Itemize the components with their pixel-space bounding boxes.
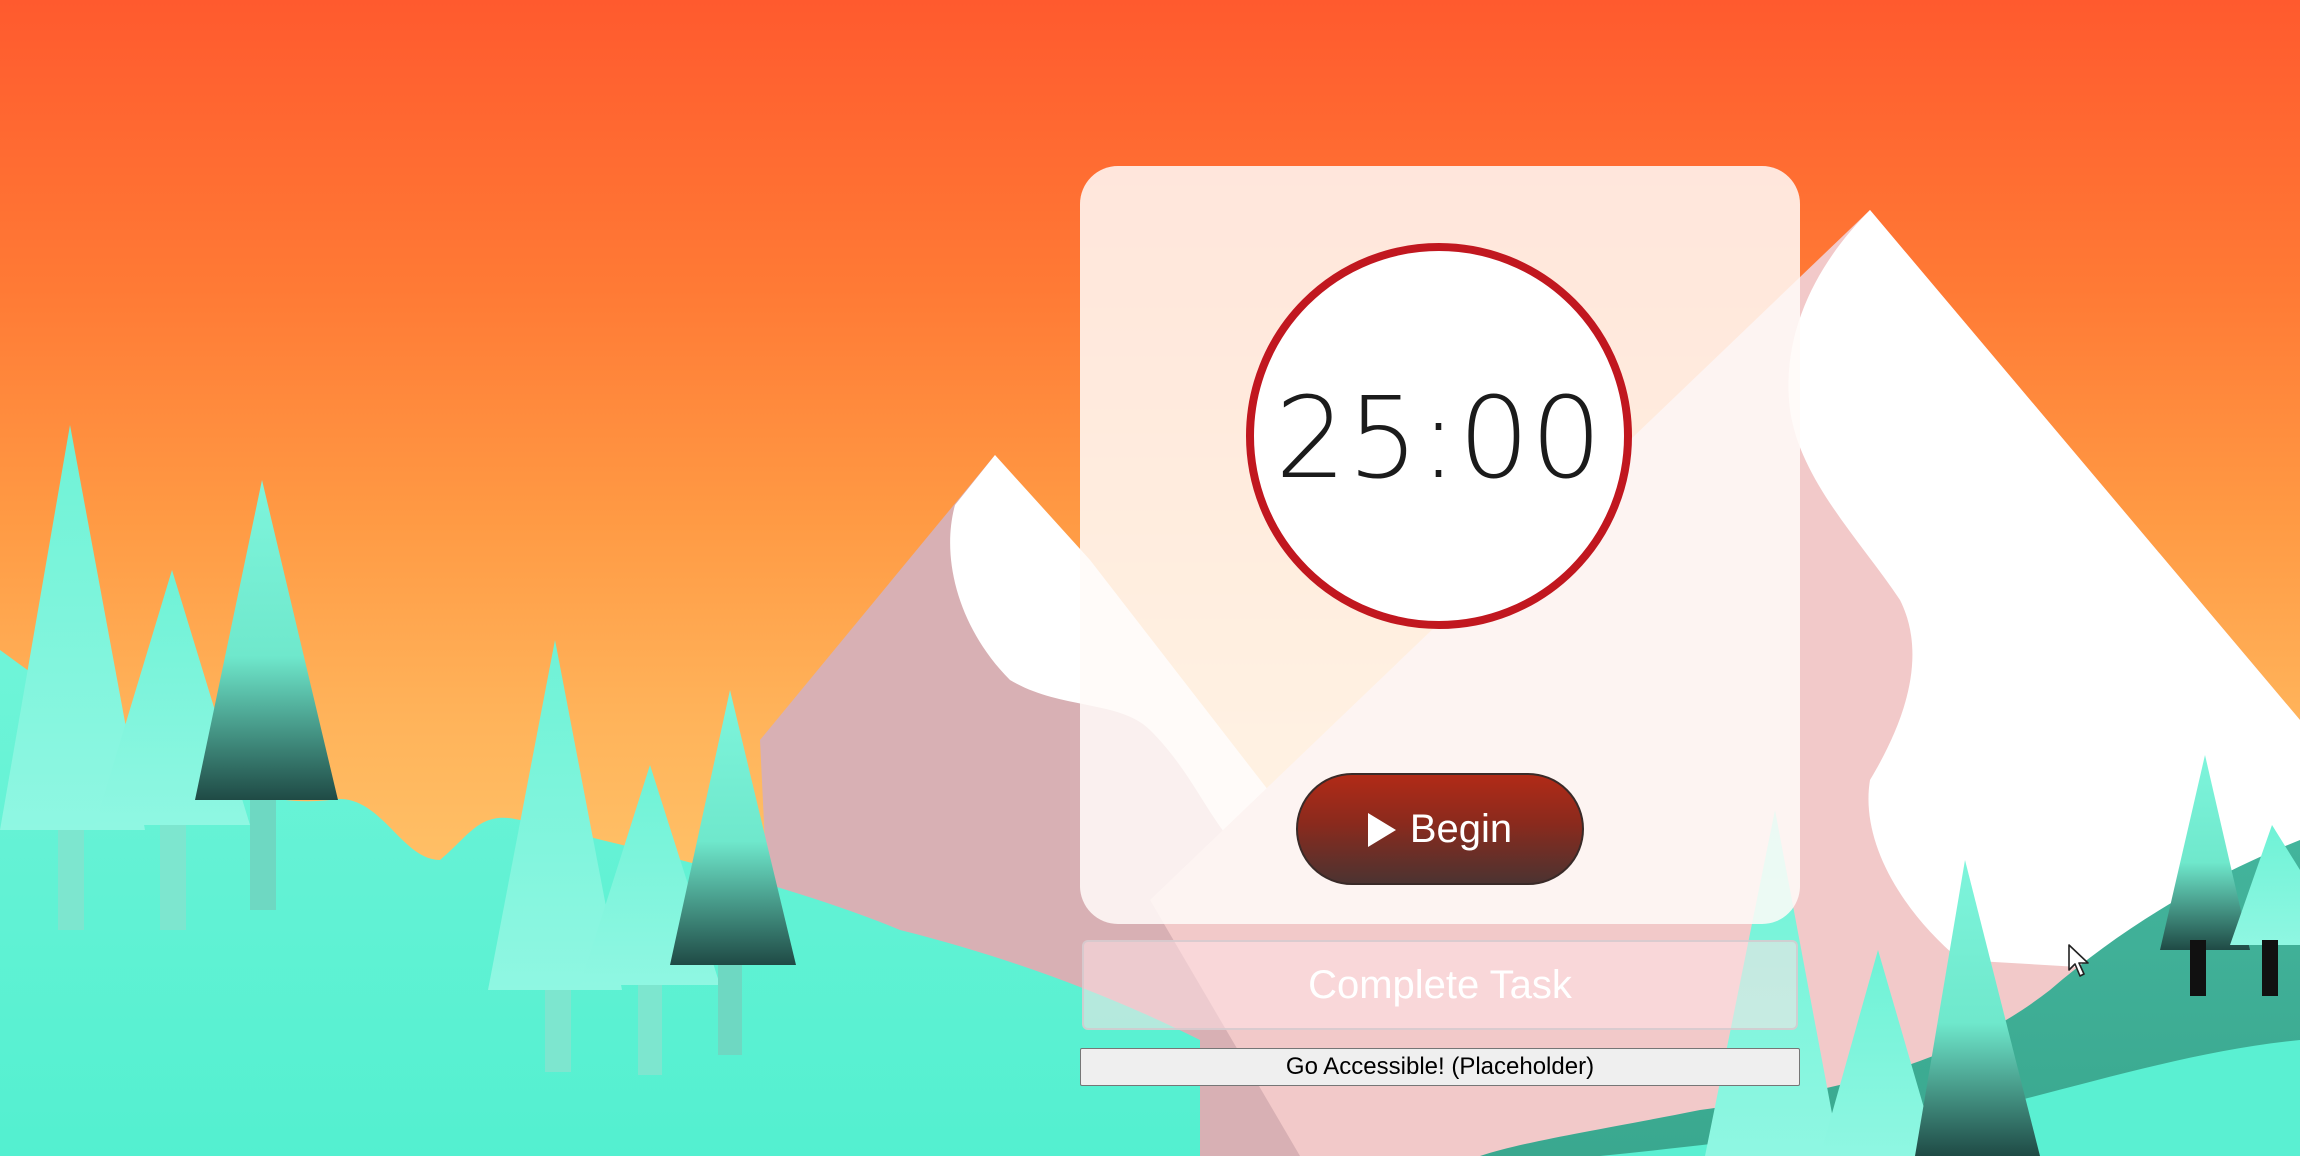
timer-ring: 25:00 xyxy=(1246,243,1632,629)
play-icon xyxy=(1367,813,1396,847)
go-accessible-button[interactable]: Go Accessible! (Placeholder) xyxy=(1080,1048,1800,1086)
complete-task-button[interactable]: Complete Task xyxy=(1082,940,1798,1030)
begin-button[interactable]: Begin xyxy=(1296,773,1584,885)
timer-display: 25:00 xyxy=(1275,374,1603,504)
mouse-pointer-icon xyxy=(2068,944,2089,977)
begin-button-label: Begin xyxy=(1409,806,1513,851)
pomodoro-app: 25:00 Begin Complete Task Go Accessible!… xyxy=(0,0,2300,1156)
